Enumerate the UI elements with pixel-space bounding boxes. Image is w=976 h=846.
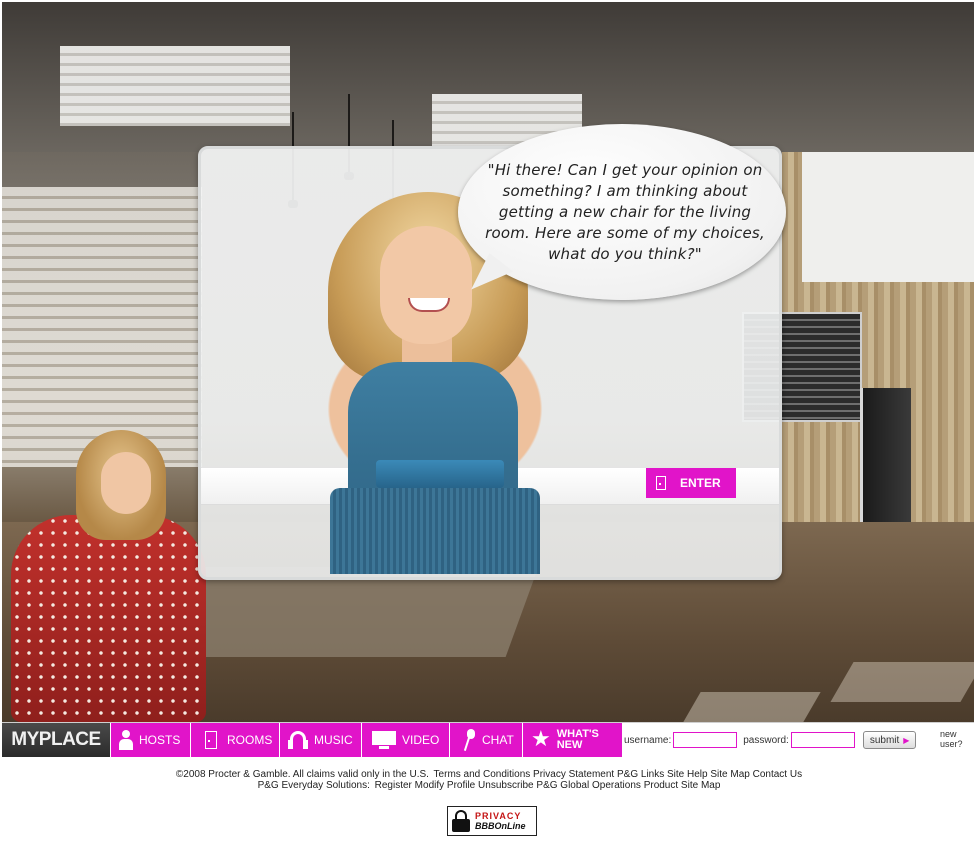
door-icon <box>656 476 666 490</box>
nav-whats-new[interactable]: ★ WHAT'S NEW <box>522 723 622 757</box>
footer-link-site-help[interactable]: Site Help <box>667 769 708 780</box>
host-illustration-left <box>6 430 216 722</box>
nav-rooms[interactable]: ROOMS <box>190 723 279 757</box>
login-form: username: password: submit ▶ <box>624 723 917 757</box>
floor-reflection <box>830 662 974 702</box>
play-arrow-icon: ▶ <box>903 735 910 745</box>
submit-label: submit <box>869 734 900 746</box>
enter-label: ENTER <box>680 476 721 490</box>
white-wall <box>802 152 974 282</box>
submit-button[interactable]: submit ▶ <box>862 731 917 749</box>
password-input[interactable] <box>790 732 855 748</box>
brand-logo[interactable]: MYPLACE <box>2 723 110 757</box>
lock-icon <box>452 810 470 832</box>
star-icon: ★ <box>531 727 551 752</box>
footer-link-unsubscribe[interactable]: Unsubscribe <box>478 780 534 791</box>
host-face <box>380 226 472 344</box>
door-icon <box>205 731 217 749</box>
footer-link-contact[interactable]: Contact Us <box>753 769 802 780</box>
footer-prefix: P&G Everyday Solutions: <box>257 780 370 791</box>
footer: ©2008 Procter & Gamble. All claims valid… <box>0 769 976 791</box>
footer-link-site-map[interactable]: Site Map <box>710 769 749 780</box>
microphone-icon <box>462 729 476 751</box>
username-label: username: <box>624 734 672 746</box>
nav-label: HOSTS <box>139 733 181 747</box>
badge-top: PRIVACY <box>475 811 522 821</box>
host-face <box>101 452 151 514</box>
nav-label: MUSIC <box>314 733 353 747</box>
nav-video[interactable]: VIDEO <box>361 723 449 757</box>
speech-text: "Hi there! Can I get your opinion on som… <box>485 161 765 263</box>
footer-link-terms[interactable]: Terms and Conditions <box>434 769 531 780</box>
nav-label: VIDEO <box>402 733 440 747</box>
host-shirt <box>11 515 206 722</box>
window-blinds <box>2 187 202 467</box>
badge-text: PRIVACY BBBOnLine <box>475 811 526 831</box>
enter-button[interactable]: ENTER <box>646 468 736 498</box>
host-belt <box>376 460 504 488</box>
nav-label: CHAT <box>482 733 514 747</box>
nav-label: ROOMS <box>227 733 273 747</box>
person-icon <box>119 730 133 750</box>
nav-hosts[interactable]: HOSTS <box>110 723 190 757</box>
monitor-icon <box>372 731 396 749</box>
main-nav: MYPLACE HOSTS ROOMS MUSIC VIDEO CHAT ★ W… <box>2 722 974 757</box>
new-user-link[interactable]: new user? <box>940 729 974 749</box>
badge-bottom: BBBOnLine <box>475 821 526 831</box>
nav-music[interactable]: MUSIC <box>279 723 361 757</box>
footer-link-pg-links[interactable]: P&G Links <box>617 769 664 780</box>
copyright: ©2008 Procter & Gamble. All claims valid… <box>175 769 429 780</box>
footer-link-privacy[interactable]: Privacy Statement <box>533 769 614 780</box>
footer-link-global-ops[interactable]: P&G Global Operations <box>536 780 641 791</box>
footer-link-register[interactable]: Register <box>375 780 412 791</box>
bbb-privacy-badge[interactable]: PRIVACY BBBOnLine <box>447 806 537 836</box>
footer-row-2: P&G Everyday Solutions: Register Modify … <box>0 780 976 791</box>
nav-chat[interactable]: CHAT <box>449 723 522 757</box>
footer-row-1: ©2008 Procter & Gamble. All claims valid… <box>0 769 976 780</box>
password-label: password: <box>743 734 789 746</box>
skylight <box>60 46 290 126</box>
host-skirt <box>330 488 540 574</box>
headphones-icon <box>288 731 308 749</box>
nav-label: WHAT'S NEW <box>556 728 599 751</box>
footer-link-modify-profile[interactable]: Modify Profile <box>415 780 476 791</box>
username-input[interactable] <box>673 732 738 748</box>
floor-reflection <box>683 692 821 722</box>
footer-link-product-site-map[interactable]: Product Site Map <box>644 780 721 791</box>
